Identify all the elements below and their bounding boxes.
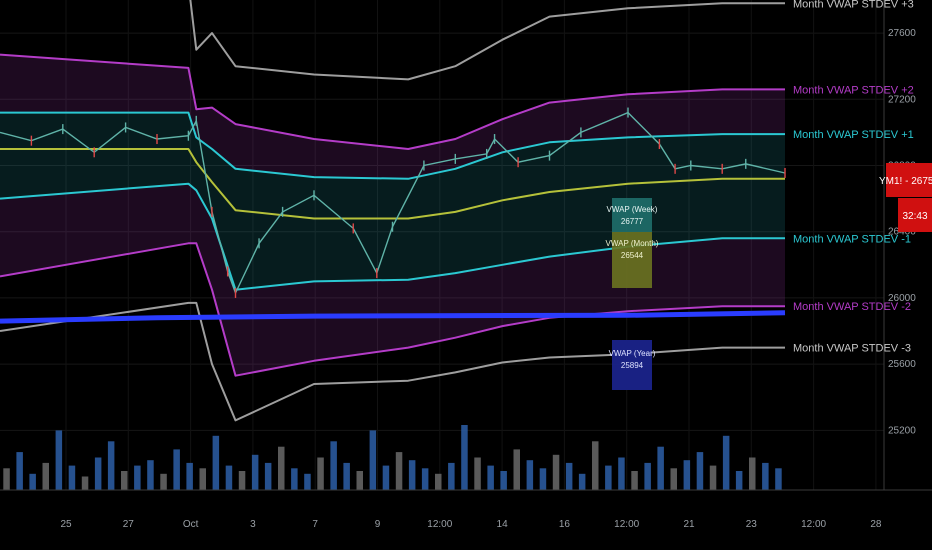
volume-bar [644, 462, 651, 490]
volume-bar [539, 468, 547, 490]
x-tick-label: 27 [123, 519, 135, 530]
volume-bar [526, 460, 534, 490]
volume-bar [94, 457, 102, 490]
price-tag: YM1! - 26755 [879, 163, 932, 197]
volume-bar [343, 462, 350, 490]
volume-bar [448, 462, 455, 490]
label-stdev-p1: Month VWAP STDEV +1 [793, 129, 914, 141]
volume-bar [513, 449, 520, 490]
y-tick-label: 27200 [888, 94, 916, 105]
x-tick-label: 3 [250, 519, 256, 530]
callout-month-value: 26544 [621, 251, 644, 260]
volume-bar [29, 473, 36, 491]
x-tick-label: 12:00 [801, 519, 826, 530]
volume-bar [356, 471, 363, 490]
callout-year-label: VWAP (Year) [609, 349, 656, 358]
volume-bar [565, 462, 573, 490]
volume-bar [225, 465, 233, 490]
volume-bar [304, 473, 311, 491]
x-tick-label: 7 [312, 519, 318, 530]
volume-bar [683, 460, 691, 490]
callout-vwap-month: VWAP (Month) 26544 [606, 232, 659, 288]
volume-bar [735, 471, 743, 490]
vwap-chart[interactable]: Month VWAP STDEV +3 Month VWAP STDEV +2 … [0, 0, 932, 550]
countdown-tag: 32:43 [898, 198, 932, 232]
volume-bar [592, 441, 599, 491]
x-tick-label: Oct [183, 519, 199, 530]
volume-bar [199, 468, 206, 490]
x-tick-label: 21 [683, 519, 695, 530]
volume-bar [578, 473, 586, 491]
volume-bar [461, 425, 468, 490]
volume-bar [186, 462, 193, 490]
volume-bar [121, 471, 128, 490]
x-tick-label: 14 [497, 519, 509, 530]
volume-bar [134, 465, 141, 490]
volume-bar [3, 468, 10, 490]
callout-vwap-year: VWAP (Year) 25894 [609, 340, 656, 390]
volume-bar [173, 449, 180, 490]
label-stdev-p3: Month VWAP STDEV +3 [793, 0, 914, 10]
x-tick-label: 23 [746, 519, 758, 530]
x-tick-label: 12:00 [614, 519, 639, 530]
volume-bar [264, 462, 272, 490]
volume-bar [16, 452, 23, 490]
x-tick-label: 9 [375, 519, 381, 530]
callout-week-value: 26777 [621, 217, 644, 226]
y-tick-label: 25600 [888, 359, 916, 370]
volume-bar [552, 454, 560, 490]
volume-bar [68, 465, 76, 490]
countdown-text: 32:43 [902, 211, 927, 222]
volume-bar [775, 468, 782, 490]
callout-month-label: VWAP (Month) [606, 239, 659, 248]
volume-bar [657, 446, 664, 490]
volume-bar [107, 441, 115, 491]
x-tick-label: 28 [870, 519, 882, 530]
x-tick-label: 25 [60, 519, 72, 530]
volume-bar [369, 430, 377, 490]
volume-bar [251, 454, 259, 490]
volume-bar [435, 473, 442, 491]
volume-bar [709, 465, 717, 490]
volume-bar [500, 471, 507, 490]
x-tick-label: 16 [559, 519, 571, 530]
volume-bar [762, 462, 769, 490]
volume-bar [291, 468, 298, 490]
callout-week-label: VWAP (Week) [607, 205, 658, 214]
volume-bar [382, 465, 390, 490]
volume-bar [317, 457, 324, 490]
volume-bar [696, 452, 704, 490]
y-tick-label: 25200 [888, 425, 916, 436]
volume-bar [147, 460, 154, 490]
y-tick-label: 27600 [888, 28, 916, 39]
volume-bar [395, 452, 403, 490]
volume-bar [55, 430, 63, 490]
volume-bar [670, 468, 677, 490]
volume-bar [487, 465, 494, 490]
label-stdev-m3: Month VWAP STDEV -3 [793, 343, 911, 355]
volume-bar [238, 471, 246, 490]
volume-bar [631, 471, 638, 490]
y-tick-label: 26000 [888, 293, 916, 304]
volume-bar [421, 468, 429, 490]
price-tag-text: YM1! - 26755 [879, 176, 932, 187]
volume-bar [160, 473, 167, 491]
volume-bar [474, 457, 481, 490]
x-tick-label: 12:00 [427, 519, 452, 530]
volume-bar [605, 465, 612, 490]
volume-bar [749, 457, 756, 490]
volume-bar [42, 462, 49, 490]
volume-bar [618, 457, 625, 490]
volume-bar [722, 435, 730, 490]
callout-year-value: 25894 [621, 361, 644, 370]
volume-bar [330, 441, 337, 491]
callout-vwap-week: VWAP (Week) 26777 [607, 198, 658, 232]
volume-bar [212, 435, 220, 490]
volume-bar [278, 446, 285, 490]
volume-bar [408, 460, 416, 490]
volume-bar [81, 476, 89, 490]
